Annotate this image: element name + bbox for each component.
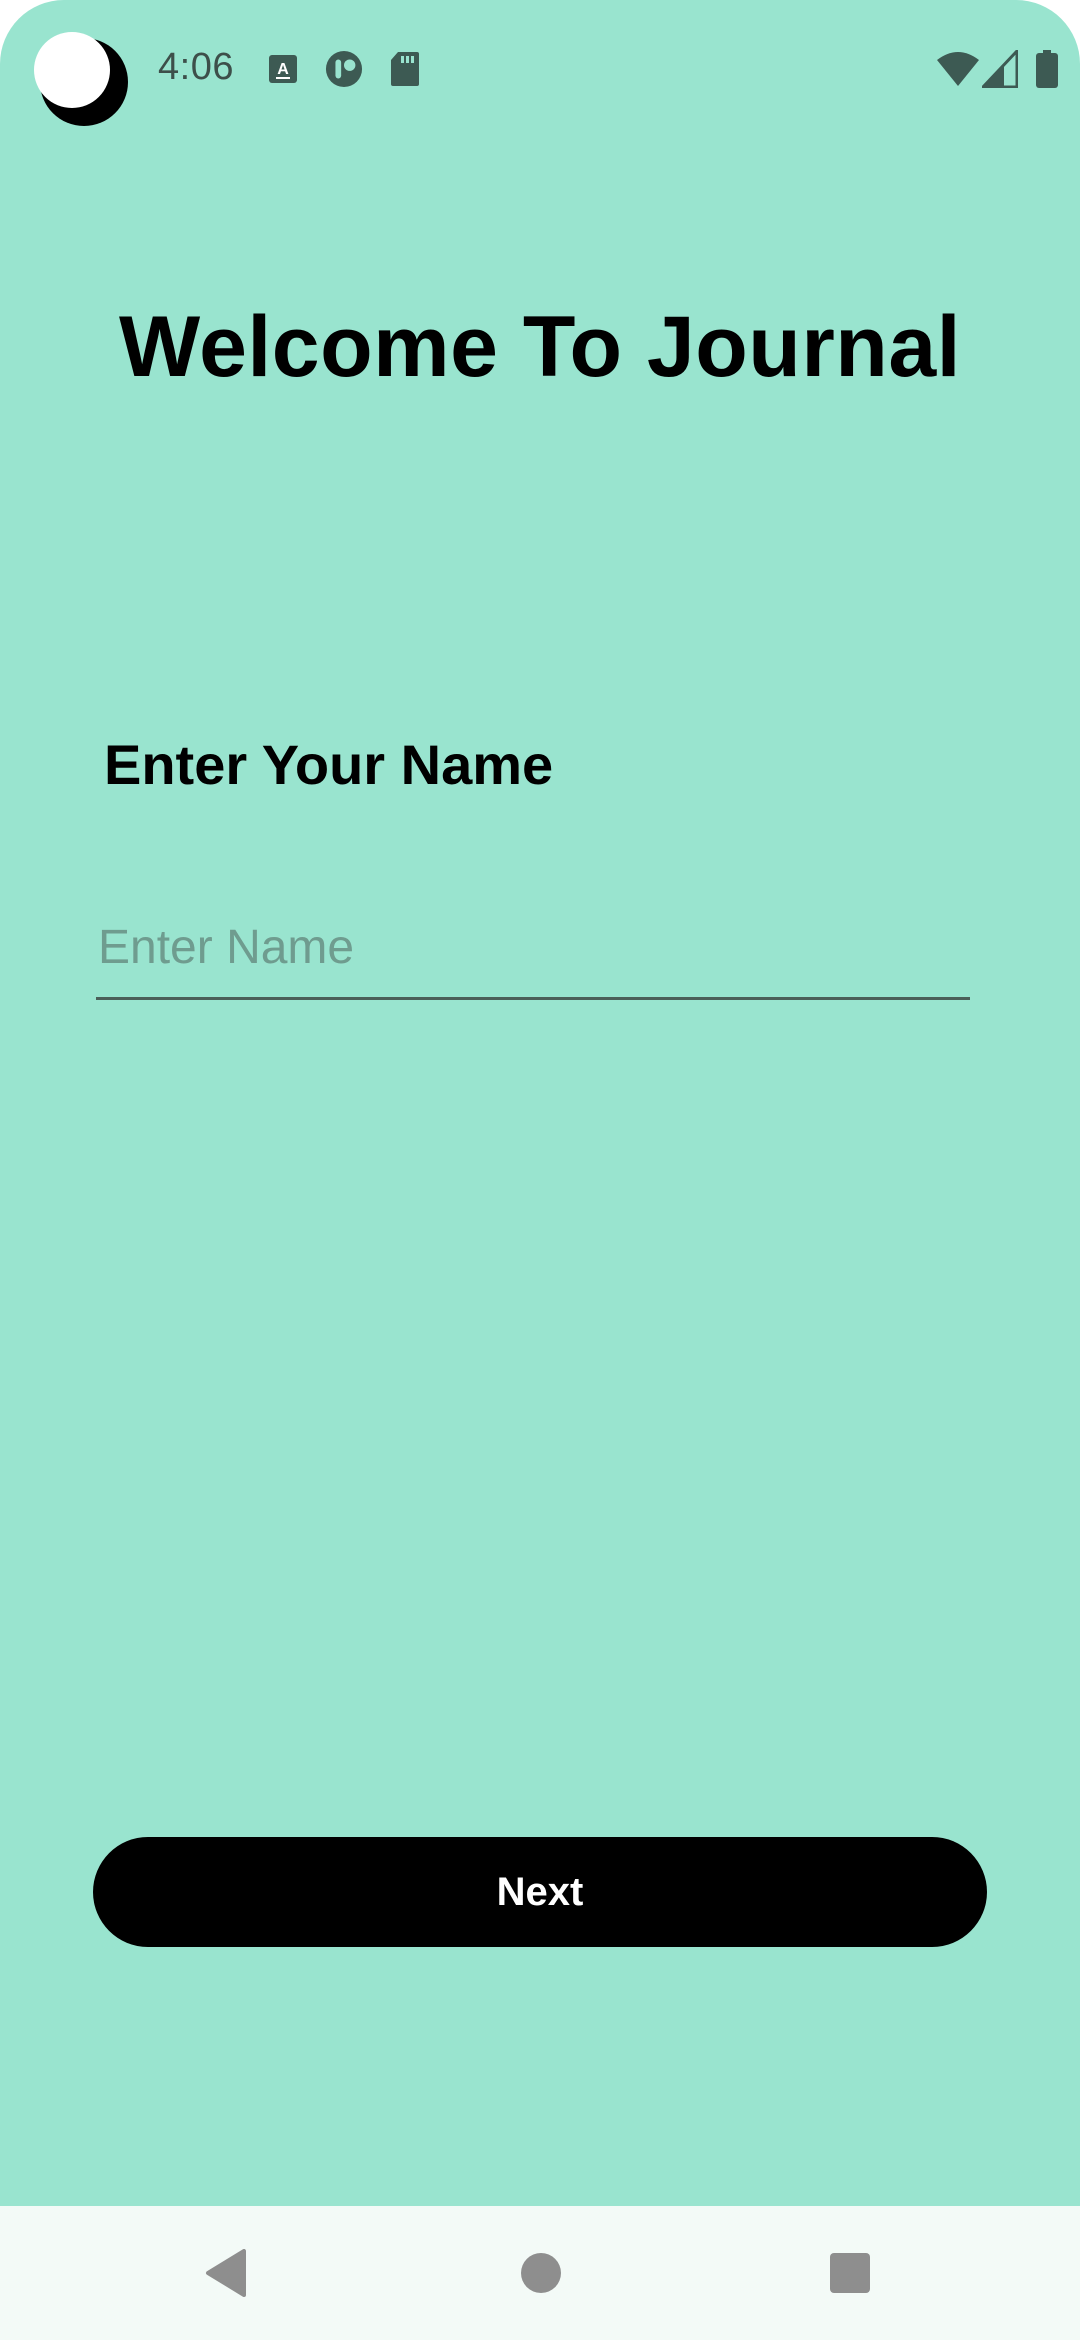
home-icon bbox=[521, 2253, 561, 2293]
page-title: Welcome To Journal bbox=[118, 299, 962, 395]
recents-button[interactable] bbox=[780, 2206, 920, 2340]
navigation-bar bbox=[0, 2206, 1080, 2340]
name-input[interactable] bbox=[96, 908, 970, 1000]
back-button[interactable] bbox=[156, 2206, 296, 2340]
sd-card-icon bbox=[391, 52, 419, 86]
recents-icon bbox=[830, 2253, 870, 2293]
back-icon bbox=[206, 2249, 246, 2297]
next-button[interactable]: Next bbox=[93, 1837, 987, 1947]
status-time: 4:06 bbox=[158, 46, 234, 88]
wifi-icon bbox=[937, 52, 979, 86]
svg-text:A: A bbox=[277, 61, 289, 78]
home-button[interactable] bbox=[471, 2206, 611, 2340]
name-label: Enter Your Name bbox=[104, 733, 554, 796]
app-screen: 4:06 A Welcome To Journal Enter Your Nam… bbox=[0, 0, 1080, 2340]
moon-app-badge-icon bbox=[34, 32, 128, 126]
cellular-signal-icon bbox=[982, 50, 1018, 88]
app-notification-icon bbox=[325, 50, 363, 88]
battery-icon bbox=[1036, 50, 1058, 88]
status-bar: 4:06 A bbox=[0, 0, 1080, 140]
keyboard-a-icon: A bbox=[269, 55, 297, 83]
